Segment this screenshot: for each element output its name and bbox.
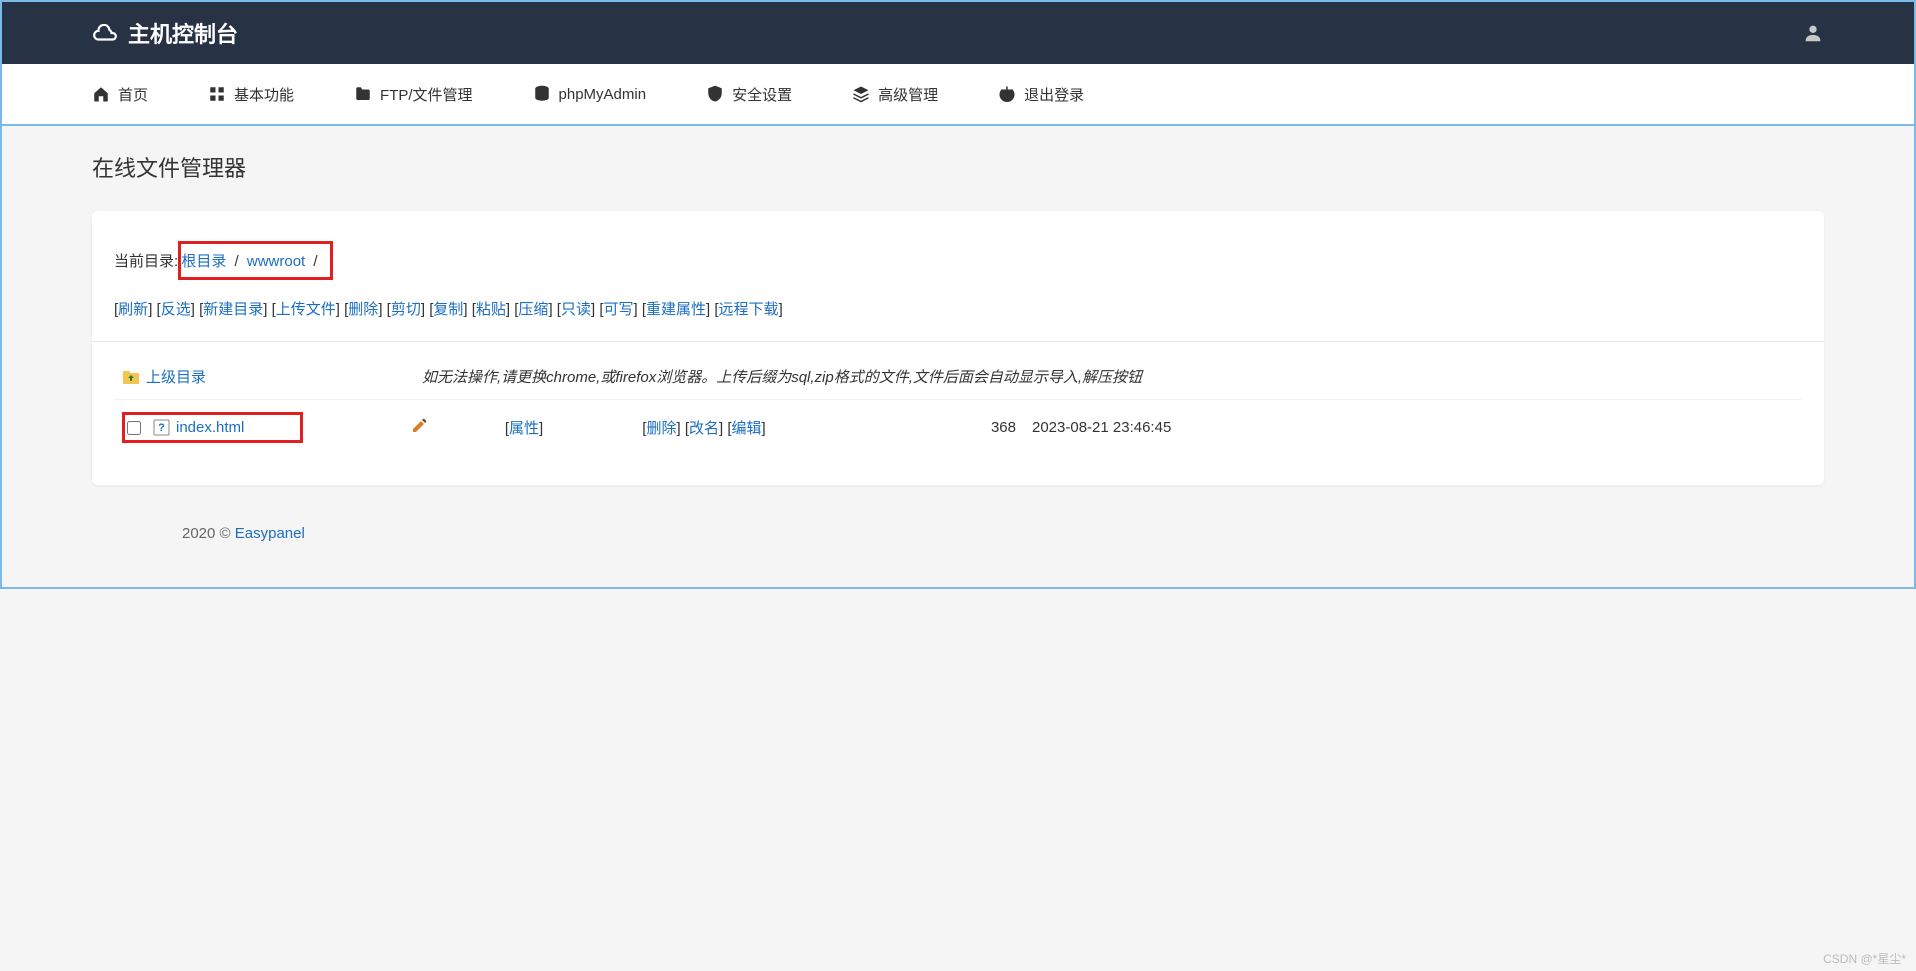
- brand: 主机控制台: [92, 17, 238, 49]
- action-writable[interactable]: 可写: [603, 301, 633, 318]
- action-invert[interactable]: 反选: [161, 301, 191, 318]
- file-rename-link[interactable]: 改名: [689, 420, 719, 437]
- nav-logout[interactable]: 退出登录: [998, 84, 1084, 105]
- svg-text:?: ?: [158, 422, 165, 434]
- action-newdir[interactable]: 新建目录: [203, 301, 263, 318]
- nav-basic[interactable]: 基本功能: [208, 84, 294, 105]
- file-edit-link[interactable]: 编辑: [732, 420, 762, 437]
- file-delete-link[interactable]: 删除: [646, 420, 676, 437]
- power-icon: [998, 85, 1016, 103]
- user-icon[interactable]: [1802, 22, 1824, 44]
- action-copy[interactable]: 复制: [433, 301, 463, 318]
- nav-advanced[interactable]: 高级管理: [852, 84, 938, 105]
- page-title: 在线文件管理器: [92, 151, 1824, 183]
- file-size: 368: [991, 419, 1016, 436]
- footer-brand-link[interactable]: Easypanel: [235, 525, 305, 542]
- nav-home[interactable]: 首页: [92, 84, 148, 105]
- nav-phpmyadmin[interactable]: phpMyAdmin: [533, 85, 647, 103]
- file-table: 上级目录 如无法操作,请更换chrome,或firefox浏览器。上传后缀为sq…: [114, 354, 1802, 455]
- updir-row: 上级目录 如无法操作,请更换chrome,或firefox浏览器。上传后缀为sq…: [114, 354, 1802, 400]
- grid-icon: [208, 85, 226, 103]
- breadcrumb: 当前目录: 根目录 / wwwroot /: [92, 233, 1824, 298]
- edit-pencil-icon[interactable]: [411, 417, 428, 434]
- file-date: 2023-08-21 23:46:45: [1032, 419, 1171, 436]
- nav-security[interactable]: 安全设置: [706, 84, 792, 105]
- watermark: CSDN @*星尘*: [1823, 950, 1906, 967]
- breadcrumb-root[interactable]: 根目录: [181, 253, 226, 270]
- file-checkbox[interactable]: [127, 421, 141, 435]
- updir-link[interactable]: 上级目录: [146, 366, 206, 387]
- file-html-icon: ?: [153, 419, 170, 436]
- file-name-link[interactable]: index.html: [176, 419, 244, 436]
- footer: 2020 © Easypanel: [92, 485, 1824, 562]
- action-delete[interactable]: 删除: [348, 301, 378, 318]
- nav-ftp[interactable]: FTP/文件管理: [354, 84, 473, 105]
- action-paste[interactable]: 粘贴: [476, 301, 506, 318]
- page-content: 在线文件管理器 当前目录: 根目录 / wwwroot / [刷新] [反选] …: [0, 126, 1916, 589]
- folder-icon: [354, 85, 372, 103]
- action-rebuild[interactable]: 重建属性: [646, 301, 706, 318]
- shield-icon: [706, 85, 724, 103]
- breadcrumb-label: 当前目录:: [114, 253, 178, 270]
- breadcrumb-wwwroot[interactable]: wwwroot: [247, 253, 305, 270]
- file-manager-card: 当前目录: 根目录 / wwwroot / [刷新] [反选] [新建目录] […: [92, 211, 1824, 485]
- action-refresh[interactable]: 刷新: [118, 301, 148, 318]
- cloud-icon: [92, 24, 118, 42]
- action-cut[interactable]: 剪切: [391, 301, 421, 318]
- file-highlight: ? index.html: [122, 412, 303, 443]
- toolbar-actions: [刷新] [反选] [新建目录] [上传文件] [删除] [剪切] [复制] […: [92, 298, 1824, 341]
- action-readonly[interactable]: 只读: [561, 301, 591, 318]
- layers-icon: [852, 85, 870, 103]
- footer-year: 2020 ©: [182, 525, 231, 542]
- database-icon: [533, 85, 551, 103]
- folder-up-icon: [122, 369, 140, 385]
- brand-title: 主机控制台: [128, 17, 238, 49]
- navbar: 首页 基本功能 FTP/文件管理 phpMyAdmin 安全设置 高级管理 退出…: [0, 64, 1916, 126]
- breadcrumb-highlight: 根目录 / wwwroot /: [178, 241, 332, 280]
- topbar: 主机控制台: [0, 0, 1916, 64]
- table-row: ? index.html [属性] [删除] [改名] [: [114, 400, 1802, 456]
- action-compress[interactable]: 压缩: [518, 301, 548, 318]
- hint-text: 如无法操作,请更换chrome,或firefox浏览器。上传后缀为sql,zip…: [382, 369, 1142, 386]
- action-upload[interactable]: 上传文件: [276, 301, 336, 318]
- action-remotedl[interactable]: 远程下载: [719, 301, 779, 318]
- home-icon: [92, 85, 110, 103]
- file-props-link[interactable]: 属性: [509, 420, 539, 437]
